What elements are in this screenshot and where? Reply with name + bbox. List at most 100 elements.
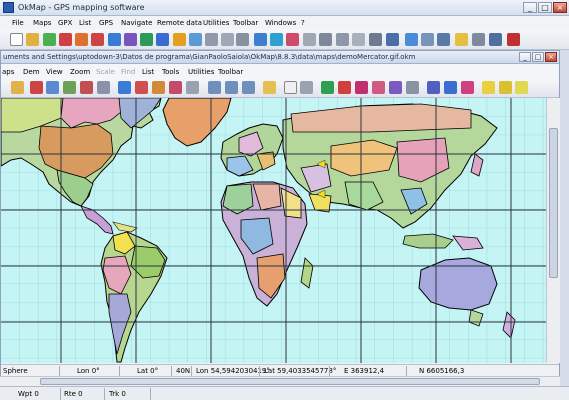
zoom-in-icon[interactable] — [208, 81, 221, 94]
draw-waypoint-icon[interactable] — [321, 81, 334, 94]
horizontal-scrollbar[interactable] — [0, 376, 560, 386]
compass-icon[interactable] — [386, 33, 399, 46]
window-icon[interactable] — [405, 33, 418, 46]
send-icon[interactable] — [173, 33, 186, 46]
pan-icon[interactable] — [263, 81, 276, 94]
map-toolbar — [1, 78, 559, 98]
map-menu-zoom[interactable]: Zoom — [70, 68, 90, 76]
map-menu-toolbar[interactable]: Toolbar — [218, 68, 243, 76]
menu-gpx[interactable]: GPX — [58, 19, 72, 27]
map-menu-maps[interactable]: aps — [2, 68, 14, 76]
lon0-label: Lon 0° — [77, 367, 100, 375]
help-icon[interactable] — [489, 33, 502, 46]
waypoint-add-icon[interactable] — [254, 33, 267, 46]
app-title-bar: OkMap - GPS mapping software _ □ × — [0, 0, 569, 16]
draw-track-icon[interactable] — [355, 81, 368, 94]
menu-list[interactable]: List — [79, 19, 91, 27]
measure-icon[interactable] — [336, 33, 349, 46]
open-file-icon[interactable] — [26, 33, 39, 46]
delete-icon[interactable] — [91, 33, 104, 46]
erase-icon[interactable] — [515, 81, 528, 94]
receive-icon[interactable] — [189, 33, 202, 46]
track-add-icon[interactable] — [286, 33, 299, 46]
draw-area-icon[interactable] — [372, 81, 385, 94]
measure-distance-icon[interactable] — [406, 81, 419, 94]
gps-icon[interactable] — [59, 33, 72, 46]
open-map-icon[interactable] — [43, 33, 56, 46]
zoom-out-icon[interactable] — [225, 81, 238, 94]
crosshair-icon[interactable] — [300, 81, 313, 94]
menu-navigate[interactable]: Navigate — [121, 19, 152, 27]
route-count: Rte 0 — [64, 390, 83, 398]
zoom-fit-icon[interactable] — [242, 81, 255, 94]
satellite-icon[interactable] — [369, 33, 382, 46]
tools-icon[interactable] — [352, 33, 365, 46]
map-close-button[interactable]: × — [545, 52, 557, 62]
map-route-icon[interactable] — [152, 81, 165, 94]
close-button[interactable]: × — [553, 2, 567, 13]
menu-utilities[interactable]: Utilities — [203, 19, 229, 27]
lat0-label: Lat 0° — [137, 367, 159, 375]
pencil-icon[interactable] — [482, 81, 495, 94]
datum-label: Sphere — [3, 367, 28, 375]
track-count: Trk 0 — [109, 390, 126, 398]
menu-remote-data[interactable]: Remote data — [157, 19, 202, 27]
list-icon[interactable] — [205, 33, 218, 46]
menu-maps[interactable]: Maps — [33, 19, 51, 27]
map-track-icon[interactable] — [169, 81, 182, 94]
info-icon[interactable] — [472, 33, 485, 46]
map-maximize-button[interactable]: □ — [532, 52, 544, 62]
menu-help[interactable]: ? — [301, 19, 305, 27]
map-menu-tools[interactable]: Tools — [162, 68, 179, 76]
highlight-icon[interactable] — [499, 81, 512, 94]
map-layers-icon[interactable] — [186, 81, 199, 94]
map-open-icon[interactable] — [11, 81, 24, 94]
map-menu-utilities[interactable]: Utilities — [188, 68, 214, 76]
draw-route-icon[interactable] — [338, 81, 351, 94]
map-vertical-scrollbar[interactable] — [546, 98, 560, 363]
world-map-canvas[interactable] — [1, 98, 546, 363]
options-icon[interactable] — [455, 33, 468, 46]
map-grid-icon[interactable] — [97, 81, 110, 94]
settings-icon[interactable] — [319, 33, 332, 46]
map-calibrate-icon[interactable] — [63, 81, 76, 94]
new-file-icon[interactable] — [10, 33, 23, 46]
map-waypoint-icon[interactable] — [135, 81, 148, 94]
globe-icon[interactable] — [108, 33, 121, 46]
maximize-button[interactable]: □ — [538, 2, 552, 13]
map-menu-dem[interactable]: Dem — [23, 68, 40, 76]
map-close-icon[interactable] — [30, 81, 43, 94]
exit-icon[interactable] — [507, 33, 520, 46]
cascade-icon[interactable] — [437, 33, 450, 46]
map-menu-bar: aps Dem View Zoom Scale Find List Tools … — [1, 64, 559, 78]
okmap-app-icon — [3, 2, 14, 13]
select-area-icon[interactable] — [389, 81, 402, 94]
map-globe-icon[interactable] — [118, 81, 131, 94]
map-menu-list[interactable]: List — [142, 68, 154, 76]
waypoint-icon[interactable] — [124, 33, 137, 46]
move-icon[interactable] — [444, 81, 457, 94]
map-document-window: uments and Settings\uptodown-3\Datos de … — [0, 50, 560, 376]
map-points-icon[interactable] — [80, 81, 93, 94]
export-icon[interactable] — [75, 33, 88, 46]
track-icon[interactable] — [156, 33, 169, 46]
horizontal-scrollbar-thumb[interactable] — [40, 378, 540, 385]
minimize-button[interactable]: _ — [523, 2, 537, 13]
menu-toolbar[interactable]: Toolbar — [233, 19, 258, 27]
map-menu-view[interactable]: View — [46, 68, 63, 76]
grid-icon[interactable] — [303, 33, 316, 46]
map-minimize-button[interactable]: _ — [519, 52, 531, 62]
route-icon[interactable] — [140, 33, 153, 46]
menu-windows[interactable]: Windows — [265, 19, 296, 27]
tile-icon[interactable] — [421, 33, 434, 46]
menu-file[interactable]: File — [12, 19, 24, 27]
menu-gps[interactable]: GPS — [99, 19, 113, 27]
table-icon[interactable] — [221, 33, 234, 46]
route-add-icon[interactable] — [270, 33, 283, 46]
scrollbar-thumb[interactable] — [549, 128, 558, 278]
delete-point-icon[interactable] — [461, 81, 474, 94]
properties-icon[interactable] — [236, 33, 249, 46]
map-properties-icon[interactable] — [46, 81, 59, 94]
edit-icon[interactable] — [427, 81, 440, 94]
pointer-icon[interactable] — [284, 81, 297, 94]
